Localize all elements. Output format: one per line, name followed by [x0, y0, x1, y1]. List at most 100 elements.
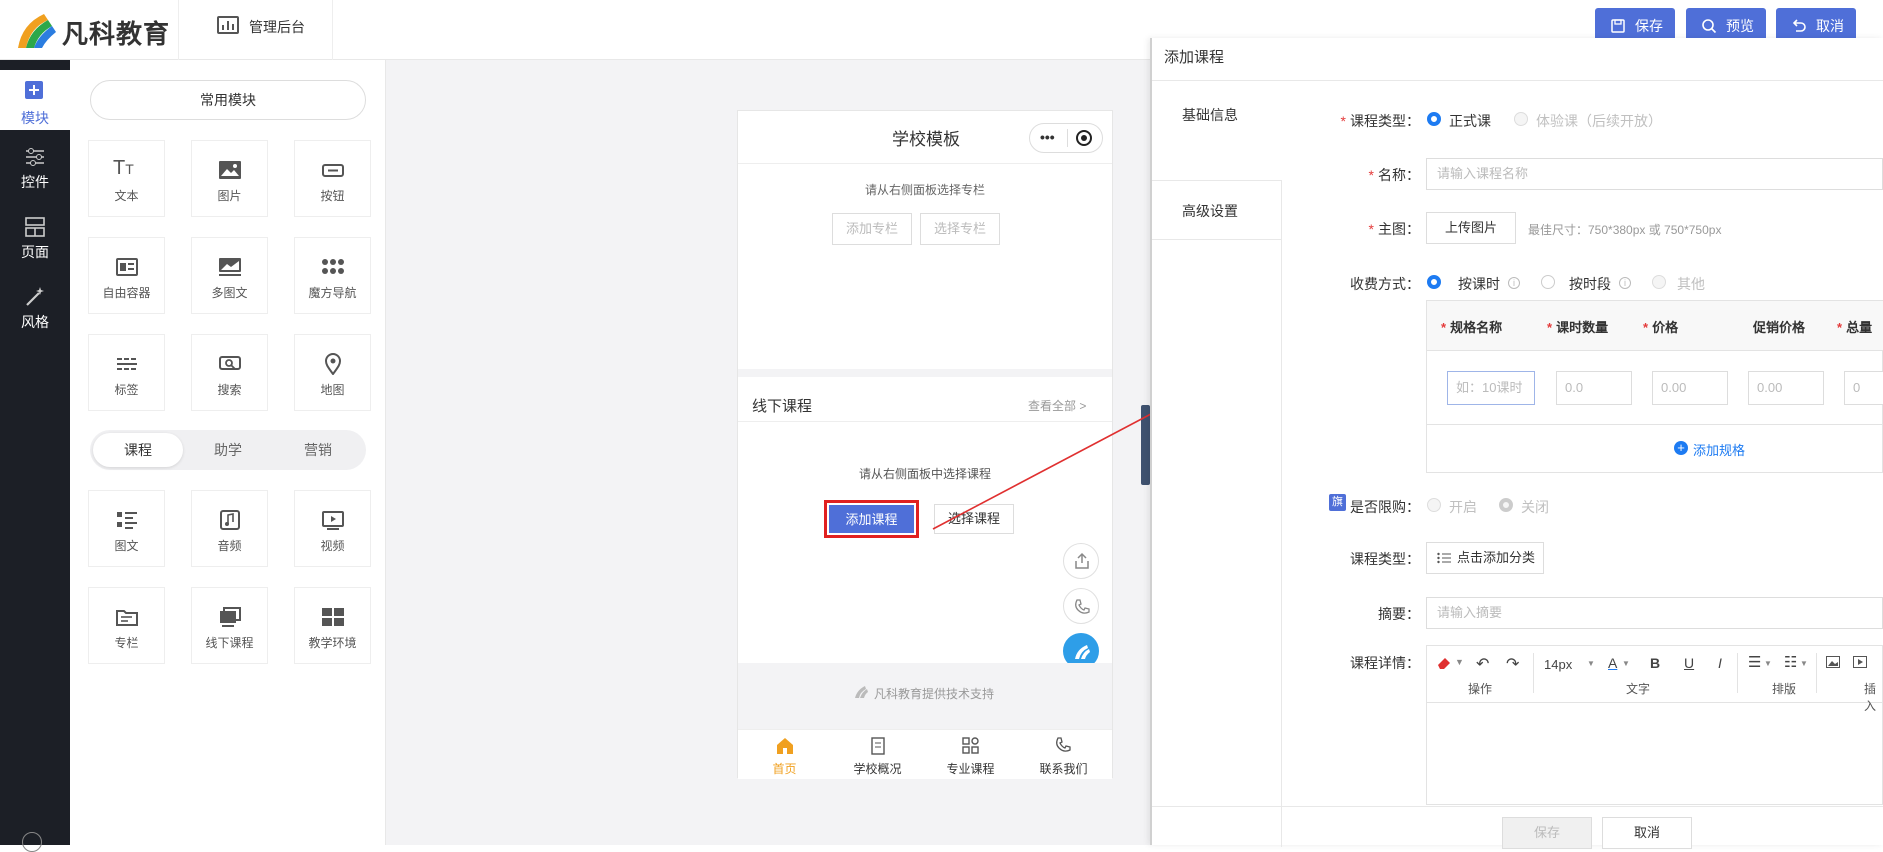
sidebar-item-style[interactable]: 风格 [0, 280, 70, 340]
select-column-button[interactable]: 选择专栏 [920, 213, 1000, 245]
bold-icon[interactable]: B [1650, 655, 1660, 671]
widget-multi-image-text[interactable]: 多图文 [191, 237, 268, 314]
radio-by-period[interactable] [1541, 275, 1555, 289]
sidebar-item-pages[interactable]: 页面 [0, 210, 70, 270]
widget-audio[interactable]: 音频 [191, 490, 268, 567]
tab-study[interactable]: 助学 [183, 430, 273, 470]
panel-resize-handle[interactable] [1141, 405, 1150, 485]
save-icon [1611, 19, 1625, 33]
logo-icon [18, 14, 56, 48]
radio-limit-on[interactable] [1427, 498, 1441, 512]
chevron-down-icon[interactable]: ▼ [1587, 659, 1595, 668]
summary-input[interactable]: 请输入摘要 [1426, 597, 1883, 629]
spec-total-input[interactable]: 0 [1844, 371, 1883, 405]
widget-search[interactable]: 搜索 [191, 334, 268, 411]
italic-icon[interactable]: I [1718, 655, 1722, 671]
indent-icon[interactable]: ☷ [1784, 653, 1797, 671]
info-icon[interactable]: i [1508, 277, 1520, 289]
image-icon[interactable] [1826, 656, 1840, 668]
magic-wand-icon [26, 287, 44, 306]
radio-by-period-label: 按时段 [1569, 276, 1611, 292]
radio-limit-off[interactable] [1499, 498, 1513, 512]
spec-name-input[interactable]: 如：10课时 [1447, 371, 1535, 405]
font-size-select[interactable]: 14px [1544, 657, 1572, 672]
name-input[interactable]: 请输入课程名称 [1426, 158, 1883, 190]
upload-image-button[interactable]: 上传图片 [1426, 212, 1516, 244]
align-icon[interactable]: ☰ [1748, 653, 1761, 671]
radio-trial[interactable] [1514, 112, 1528, 126]
video-icon[interactable] [1853, 656, 1867, 668]
widget-free-container[interactable]: 自由容器 [88, 237, 165, 314]
tab-course[interactable]: 课程 [93, 433, 183, 467]
spec-price-input[interactable]: 0.00 [1652, 371, 1728, 405]
underline-icon[interactable]: U [1684, 655, 1694, 671]
column-hint: 请从右侧面板选择专栏 [864, 183, 985, 197]
tab-school-overview[interactable]: 学校概况 [831, 730, 924, 780]
widget-map[interactable]: 地图 [294, 334, 371, 411]
call-button[interactable] [1063, 588, 1099, 624]
add-category-button[interactable]: 点击添加分类 [1426, 542, 1544, 574]
course-hint: 请从右侧面板中选择课程 [858, 467, 991, 481]
more-icon[interactable]: ••• [1040, 129, 1055, 145]
nav-basic-info[interactable]: 基础信息 [1152, 82, 1282, 180]
tab-professional-courses[interactable]: 专业课程 [924, 730, 1017, 780]
chevron-down-icon[interactable]: ▼ [1764, 659, 1772, 668]
widget-text[interactable]: TT 文本 [88, 140, 165, 217]
nav-advanced-settings[interactable]: 高级设置 [1152, 180, 1282, 240]
spec-lessons-input[interactable]: 0.0 [1556, 371, 1632, 405]
widget-cube-nav[interactable]: 魔方导航 [294, 237, 371, 314]
chevron-down-icon[interactable]: ▼ [1455, 657, 1464, 667]
sidebar-item-modules[interactable]: 模块 [0, 70, 70, 130]
radio-by-lesson[interactable] [1427, 275, 1441, 289]
tab-marketing[interactable]: 营销 [273, 430, 363, 470]
widget-offline-course[interactable]: 线下课程 [191, 587, 268, 664]
spec-header: * 规格名称 [1441, 320, 1503, 335]
chevron-down-icon[interactable]: ▼ [1622, 659, 1630, 668]
widget-tag[interactable]: 标签 [88, 334, 165, 411]
document-icon [871, 737, 885, 755]
sidebar-item-controls[interactable]: 控件 [0, 140, 70, 200]
select-course-button[interactable]: 选择课程 [934, 504, 1014, 534]
fee-label: 收费方式： [1350, 276, 1420, 292]
chevron-down-icon[interactable]: ▼ [1800, 659, 1808, 668]
radio-other[interactable] [1652, 275, 1666, 289]
admin-link[interactable]: 管理后台 [178, 0, 333, 60]
add-column-button[interactable]: 添加专栏 [832, 213, 912, 245]
logo[interactable]: 凡科教育 [10, 6, 178, 49]
share-button[interactable] [1063, 543, 1099, 579]
tab-contact-us[interactable]: 联系我们 [1017, 730, 1110, 780]
radio-other-label: 其他 [1677, 276, 1705, 292]
limit-label: 是否限购： [1350, 499, 1420, 515]
eraser-icon[interactable] [1436, 655, 1452, 671]
widget-image[interactable]: 图片 [191, 140, 268, 217]
widget-image-text[interactable]: 图文 [88, 490, 165, 567]
add-spec-button[interactable]: 添加规格 [1693, 440, 1745, 459]
redo-icon[interactable]: ↷ [1506, 654, 1519, 674]
add-course-button[interactable]: 添加课程 [829, 505, 914, 533]
section-gap [738, 369, 1112, 377]
multi-image-text-icon [219, 258, 241, 276]
tab-home[interactable]: 首页 [738, 730, 831, 780]
spec-header: * 课时数量 [1547, 320, 1609, 335]
widget-column[interactable]: 专栏 [88, 587, 165, 664]
footer-area: 凡科教育提供技术支持 [738, 663, 1112, 729]
close-target-icon[interactable] [1076, 130, 1092, 146]
info-icon[interactable]: i [1619, 277, 1631, 289]
audio-icon [220, 510, 240, 530]
widget-teaching-environment[interactable]: 教学环境 [294, 587, 371, 664]
widget-button[interactable]: 按钮 [294, 140, 371, 217]
spec-promo-price-input[interactable]: 0.00 [1748, 371, 1824, 405]
dialog-save-button[interactable]: 保存 [1502, 817, 1592, 849]
font-color-icon[interactable]: A [1608, 655, 1617, 671]
phone-preview: 学校模板 ••• 请从右侧面板选择专栏 添加专栏 选择专栏 线下课程 查看全部 … [737, 110, 1113, 780]
widget-video[interactable]: 视频 [294, 490, 371, 567]
widget-label: 视频 [320, 539, 345, 553]
widget-label: 音频 [217, 539, 242, 553]
common-modules-header[interactable]: 常用模块 [90, 80, 366, 120]
help-icon[interactable] [22, 832, 42, 852]
radio-formal[interactable] [1427, 112, 1441, 126]
divider [1152, 80, 1883, 81]
undo-icon[interactable]: ↶ [1476, 654, 1489, 674]
view-all-link[interactable]: 查看全部 > [1028, 397, 1086, 414]
dialog-cancel-button[interactable]: 取消 [1602, 817, 1692, 849]
